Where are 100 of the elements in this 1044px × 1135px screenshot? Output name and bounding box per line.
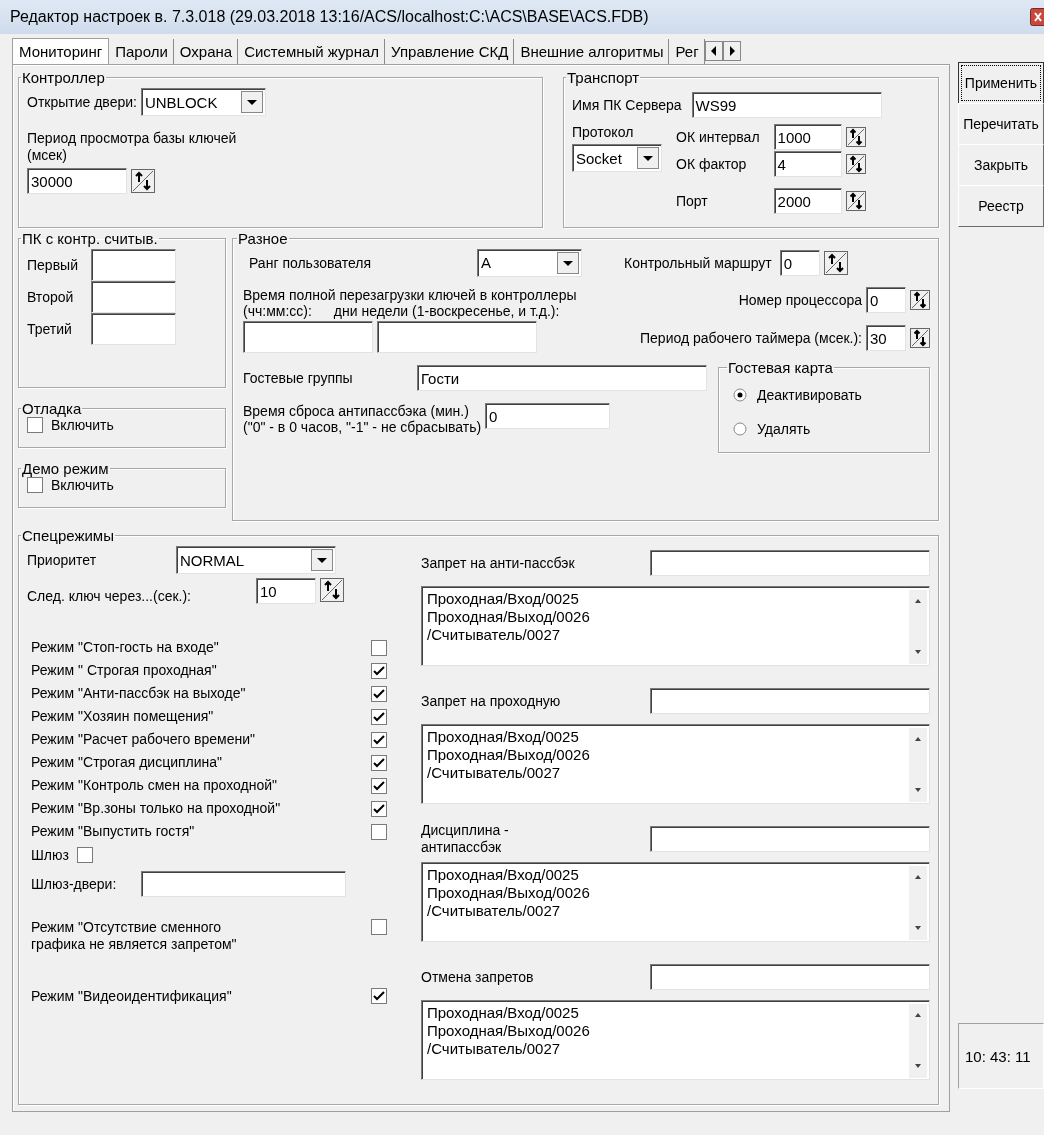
- list-item[interactable]: /Считыватель/0027: [427, 626, 590, 644]
- tab[interactable]: Мониторинг: [12, 38, 110, 64]
- spin-button[interactable]: [320, 578, 344, 602]
- push-button[interactable]: Перечитать: [958, 103, 1044, 145]
- list-box[interactable]: Проходная/Вход/0025 Проходная/Выход/0026 /Считыватель/0027: [421, 724, 930, 804]
- spin-button[interactable]: [845, 191, 866, 211]
- spin-button[interactable]: [845, 154, 866, 174]
- number-field[interactable]: 0: [866, 286, 906, 313]
- push-button[interactable]: Применить: [958, 62, 1044, 104]
- field-label: Время полной перезагрузки ключей в контроллеры: [243, 286, 577, 303]
- scroll-left-button[interactable]: [704, 41, 723, 61]
- field-label: Протокол: [572, 124, 635, 140]
- checkbox[interactable]: Режим "Стоп-гость на входе": [27, 636, 387, 659]
- field-label: След. ключ через...(сек.):: [27, 588, 192, 604]
- field-label: Второй: [27, 288, 75, 305]
- number-field[interactable]: 0: [779, 249, 820, 276]
- checkbox[interactable]: Режим "Видеоидентификация": [27, 984, 387, 1008]
- field-label: Первый: [27, 256, 79, 273]
- scrollbar[interactable]: [909, 728, 927, 802]
- list-box[interactable]: Проходная/Вход/0025 Проходная/Выход/0026 /Считыватель/0027: [421, 586, 930, 666]
- radio-button[interactable]: Удалять: [733, 420, 921, 437]
- close-button[interactable]: [1030, 8, 1044, 26]
- text-field[interactable]: [650, 688, 930, 714]
- list-item[interactable]: Проходная/Вход/0025: [427, 590, 590, 608]
- text-field[interactable]: [243, 320, 373, 353]
- scrollbar[interactable]: [909, 590, 927, 664]
- field-label: дни недели (1-воскресенье, и т.д.):: [333, 302, 560, 319]
- list-box[interactable]: Проходная/Вход/0025 Проходная/Выход/0026 /Считыватель/0027: [421, 1000, 930, 1080]
- number-field[interactable]: 30000: [27, 167, 127, 194]
- group-title: Демо режим: [21, 459, 110, 477]
- push-button[interactable]: Реестр: [958, 185, 1044, 227]
- checkbox[interactable]: Режим "Отсутствие сменного графика не является запретом": [27, 919, 387, 953]
- text-field[interactable]: [91, 248, 176, 281]
- text-field[interactable]: [650, 550, 930, 576]
- list-item[interactable]: Проходная/Вход/0025: [427, 728, 590, 746]
- text-field[interactable]: Гости: [417, 364, 707, 391]
- field-label: Порт: [676, 193, 709, 209]
- text-field[interactable]: [650, 964, 930, 990]
- checkbox[interactable]: Режим "Хозяин помещения": [27, 705, 387, 728]
- checkbox[interactable]: Режим "Вр.зоны только на проходной": [27, 797, 387, 820]
- spin-button[interactable]: [910, 289, 930, 310]
- checkbox[interactable]: Режим "Строгая дисциплина": [27, 751, 387, 774]
- field-label: Ранг пользователя: [249, 254, 373, 271]
- number-field[interactable]: 1000: [773, 124, 842, 150]
- text-field[interactable]: [91, 280, 176, 313]
- scroll-right-button[interactable]: [722, 41, 741, 61]
- checkbox[interactable]: Режим "Выпустить гостя": [27, 820, 387, 843]
- checkbox[interactable]: Включить: [27, 476, 217, 493]
- number-field[interactable]: 4: [773, 151, 842, 177]
- push-button[interactable]: Закрыть: [958, 144, 1044, 186]
- spin-button[interactable]: [131, 168, 155, 193]
- checkbox[interactable]: Режим " Строгая проходная": [27, 659, 387, 682]
- dropdown-button[interactable]: [557, 251, 579, 274]
- field-label: Период рабочего таймера (мсек.):: [640, 329, 862, 346]
- checkbox[interactable]: Режим "Расчет рабочего времени": [27, 728, 387, 751]
- text-field[interactable]: [91, 312, 176, 345]
- field-label: Запрет на проходную: [421, 692, 561, 710]
- list-item[interactable]: Проходная/Выход/0026: [427, 884, 590, 902]
- field-label: Третий: [27, 320, 73, 337]
- dropdown-button[interactable]: [637, 147, 659, 169]
- list-item[interactable]: Проходная/Вход/0025: [427, 1004, 590, 1022]
- list-item[interactable]: Проходная/Выход/0026: [427, 608, 590, 626]
- text-field[interactable]: [650, 826, 930, 852]
- group-title: ПК с контр. считыв.: [21, 229, 159, 247]
- spin-button[interactable]: [845, 127, 866, 147]
- list-item[interactable]: Проходная/Выход/0026: [427, 1022, 590, 1040]
- text-field[interactable]: [141, 871, 346, 897]
- checkbox[interactable]: Режим "Контроль смен на проходной": [27, 774, 387, 797]
- list-item[interactable]: /Считыватель/0027: [427, 902, 590, 920]
- dropdown[interactable]: UNBLOCK: [140, 88, 266, 116]
- list-item[interactable]: /Считыватель/0027: [427, 1040, 590, 1058]
- number-field[interactable]: 2000: [773, 188, 842, 214]
- list-item[interactable]: Проходная/Выход/0026: [427, 746, 590, 764]
- dropdown[interactable]: NORMAL: [176, 546, 336, 574]
- scrollbar[interactable]: [909, 866, 927, 940]
- field-label: (чч:мм:сс):: [243, 302, 312, 319]
- field-label: Гостевые группы: [243, 369, 354, 386]
- dropdown[interactable]: Socket: [572, 144, 662, 172]
- scrollbar[interactable]: [909, 1004, 927, 1078]
- field-label: Открытие двери:: [27, 94, 137, 110]
- list-box[interactable]: Проходная/Вход/0025 Проходная/Выход/0026 /Считыватель/0027: [421, 862, 930, 942]
- group-title: Разное: [237, 229, 289, 247]
- list-item[interactable]: /Считыватель/0027: [427, 764, 590, 782]
- dropdown-button[interactable]: [240, 91, 263, 113]
- list-item[interactable]: Проходная/Вход/0025: [427, 866, 590, 884]
- spin-button[interactable]: [910, 327, 930, 348]
- spin-button[interactable]: [823, 250, 848, 275]
- number-field[interactable]: 10: [256, 578, 316, 604]
- dropdown-button[interactable]: [311, 549, 333, 571]
- text-field[interactable]: WS99: [691, 92, 882, 118]
- checkbox[interactable]: Шлюз: [27, 843, 397, 867]
- radio-button[interactable]: Деактивировать: [733, 386, 921, 403]
- number-field[interactable]: 30: [866, 324, 906, 351]
- number-field[interactable]: 0: [485, 402, 611, 429]
- group-title: Контроллер: [21, 69, 106, 86]
- checkbox[interactable]: Включить: [27, 416, 217, 433]
- field-label: Отмена запретов: [421, 968, 534, 986]
- text-field[interactable]: [377, 320, 537, 353]
- dropdown[interactable]: A: [477, 248, 582, 277]
- checkbox[interactable]: Режим "Анти-пассбэк на выходе": [27, 682, 387, 705]
